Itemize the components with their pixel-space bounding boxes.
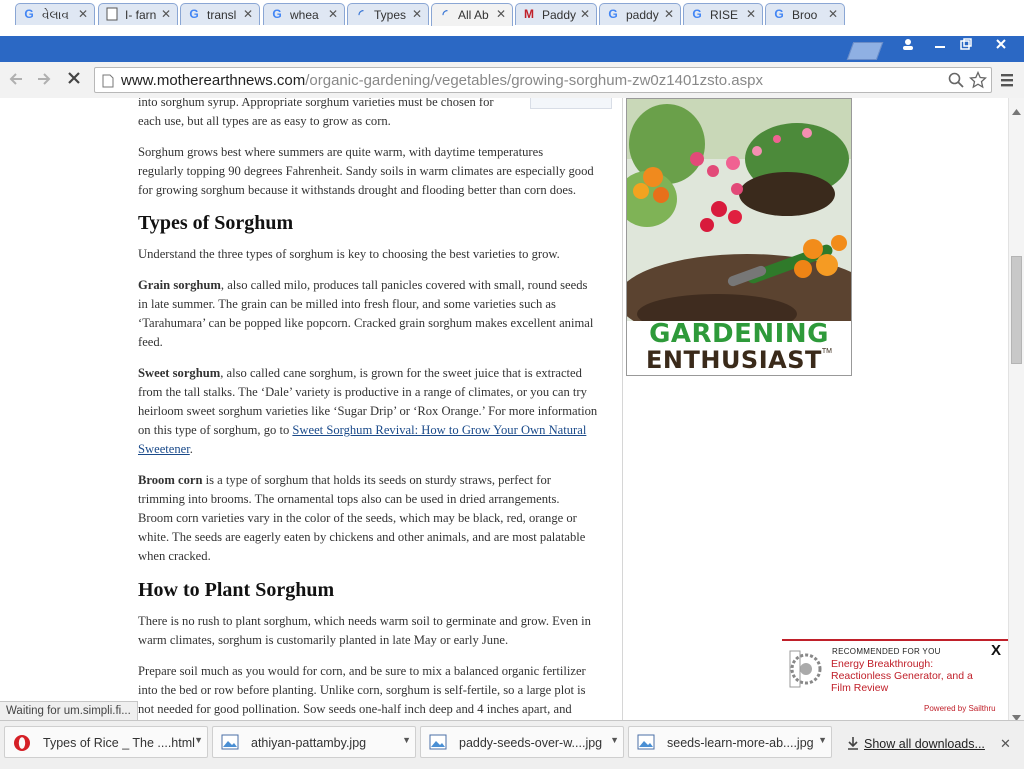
close-icon[interactable]: ✕ <box>828 7 838 21</box>
close-icon[interactable]: ✕ <box>161 7 171 21</box>
recommended-link[interactable]: Energy Breakthrough: Reactionless Genera… <box>831 658 991 694</box>
garden-photo <box>627 99 851 344</box>
scroll-up-arrow-icon[interactable] <box>1012 102 1021 120</box>
broom-paragraph: Broom corn is a type of sorghum that hol… <box>138 473 586 563</box>
chevron-down-icon[interactable]: ▼ <box>194 735 203 745</box>
chevron-down-icon[interactable]: ▼ <box>818 735 827 745</box>
document-icon <box>105 7 119 21</box>
article-body: into sorghum syrup. Appropriate sorghum … <box>138 98 616 719</box>
google-g-icon: G <box>692 7 702 21</box>
powered-by: Powered by Sailthru <box>924 704 996 713</box>
tab[interactable]: G whea ✕ <box>263 3 345 25</box>
gardening-enthusiast-ad[interactable]: GARDENING ENTHUSIASTTM <box>626 98 852 376</box>
image-file-icon <box>429 734 447 750</box>
back-arrow-icon[interactable] <box>6 70 26 90</box>
recommendation-thumbnail <box>788 649 824 689</box>
download-item[interactable]: seeds-learn-more-ab....jpg ▼ <box>628 726 832 758</box>
recommended-widget: RECOMMENDED FOR YOU X Energy Breakthroug… <box>782 639 1008 719</box>
show-all-downloads-link[interactable]: Show all downloads... <box>846 736 985 753</box>
climate-paragraph: Sorghum grows best where summers are qui… <box>138 145 594 197</box>
scrollbar-thumb[interactable] <box>1011 256 1022 364</box>
page-icon <box>102 74 114 93</box>
search-icon[interactable] <box>948 72 964 93</box>
tab[interactable]: G Broo ✕ <box>765 3 845 25</box>
image-file-icon <box>637 734 655 750</box>
heading-types: Types of Sorghum <box>138 212 294 234</box>
opera-icon <box>13 734 31 751</box>
tab[interactable]: G RISE ✕ <box>683 3 763 25</box>
recommended-heading: RECOMMENDED FOR YOU <box>832 647 941 656</box>
tab[interactable]: I- farn ✕ <box>98 3 178 25</box>
google-g-icon: G <box>189 7 199 21</box>
sweet-sorghum-link-cont[interactable]: Sweetener <box>138 442 190 456</box>
ad-logo: GARDENING ENTHUSIASTTM <box>627 321 851 375</box>
restore-icon[interactable] <box>954 38 978 54</box>
tab[interactable]: ◜ Types ✕ <box>347 3 429 25</box>
url-text: www.motherearthnews.com/organic-gardenin… <box>121 72 763 89</box>
mother-earth-icon: M <box>524 7 534 21</box>
close-icon[interactable]: ✕ <box>664 7 674 21</box>
stop-loading-icon[interactable] <box>64 70 84 90</box>
chevron-down-icon[interactable]: ▼ <box>610 735 619 745</box>
browser-toolbar: www.motherearthnews.com/organic-gardenin… <box>0 62 1024 99</box>
recommended-close-button[interactable]: X <box>991 642 1001 659</box>
google-g-icon: G <box>608 7 618 21</box>
close-icon[interactable]: ✕ <box>328 7 338 21</box>
google-g-icon: G <box>272 7 282 21</box>
forward-arrow-icon[interactable] <box>34 70 54 90</box>
loading-icon: ◜ <box>358 7 364 21</box>
grain-paragraph: Grain sorghum, also called milo, produce… <box>138 278 594 349</box>
loading-icon: ◜ <box>442 7 448 21</box>
close-icon[interactable]: ✕ <box>78 7 88 21</box>
download-arrow-icon <box>846 736 860 753</box>
tab[interactable]: G transl ✕ <box>180 3 260 25</box>
download-item[interactable]: athiyan-pattamby.jpg ▼ <box>212 726 416 758</box>
heading-plant: How to Plant Sorghum <box>138 579 335 601</box>
chevron-down-icon[interactable]: ▼ <box>402 735 411 745</box>
download-item[interactable]: Types of Rice _ The ....html ▼ <box>4 726 208 758</box>
close-icon[interactable]: ✕ <box>243 7 253 21</box>
menu-icon[interactable] <box>1000 72 1014 93</box>
prepare-paragraph: Prepare soil much as you would for corn,… <box>138 664 586 716</box>
tab[interactable]: G વેલાવ ✕ <box>15 3 95 25</box>
close-icon[interactable]: ✕ <box>412 7 422 21</box>
google-g-icon: G <box>24 7 34 21</box>
close-window-icon[interactable] <box>986 38 1016 54</box>
tab-active[interactable]: ◜ All Ab ✕ <box>431 3 513 26</box>
page-content: into sorghum syrup. Appropriate sorghum … <box>0 98 1008 720</box>
minimize-icon[interactable] <box>928 38 952 54</box>
understand-paragraph: Understand the three types of sorghum is… <box>138 247 560 261</box>
downloads-bar: Types of Rice _ The ....html ▼ athiyan-p… <box>0 720 1024 769</box>
close-icon[interactable]: ✕ <box>746 7 756 21</box>
profile-icon[interactable] <box>896 38 920 54</box>
close-icon[interactable]: ✕ <box>496 7 506 21</box>
close-icon[interactable]: ✕ <box>580 7 590 21</box>
image-file-icon <box>221 734 239 750</box>
sweet-paragraph: Sweet sorghum, also called cane sorghum,… <box>138 366 598 456</box>
close-downloads-bar-button[interactable]: ✕ <box>1000 736 1011 752</box>
plant-paragraph: There is no rush to plant sorghum, which… <box>138 614 591 647</box>
column-divider <box>622 98 623 720</box>
bookmark-star-icon[interactable] <box>968 70 988 94</box>
status-bubble: Waiting for um.simpli.fi... <box>0 701 138 721</box>
download-item[interactable]: paddy-seeds-over-w....jpg ▼ <box>420 726 624 758</box>
google-g-icon: G <box>774 7 784 21</box>
address-bar[interactable]: www.motherearthnews.com/organic-gardenin… <box>94 67 992 93</box>
intro-paragraph: into sorghum syrup. Appropriate sorghum … <box>138 98 494 128</box>
tab[interactable]: G paddy ✕ <box>599 3 681 25</box>
tab[interactable]: M Paddy ✕ <box>515 3 597 25</box>
vertical-scrollbar[interactable] <box>1008 98 1024 721</box>
sweet-sorghum-link[interactable]: Sweet Sorghum Revival: How to Grow Your … <box>292 423 586 437</box>
